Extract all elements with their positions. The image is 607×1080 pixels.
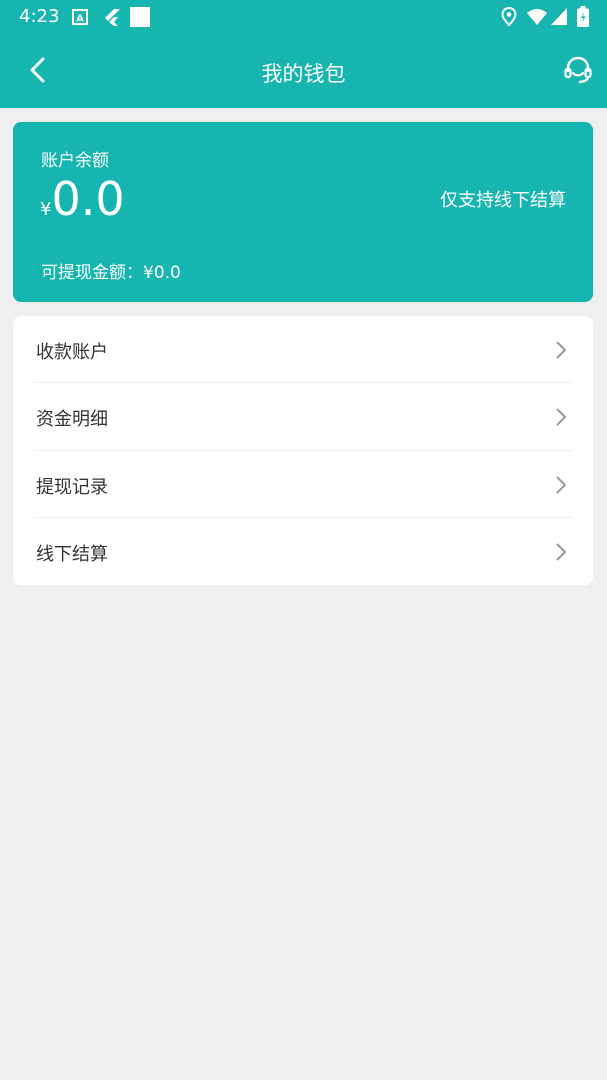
menu-item-withdraw-records[interactable]: 提现记录: [13, 451, 593, 518]
balance-amount: ¥0.0: [40, 172, 125, 226]
menu-item-label: 收款账户: [36, 342, 108, 363]
status-time: 4:23: [19, 6, 60, 27]
app-header: 4:23 A 我的钱包: [0, 0, 607, 108]
menu-item-fund-details[interactable]: 资金明细: [13, 383, 593, 450]
status-bar: 4:23 A: [0, 0, 607, 34]
battery-icon: [577, 6, 589, 27]
wallet-menu: 收款账户 资金明细 提现记录 线下结算: [13, 316, 593, 585]
menu-item-payee-account[interactable]: 收款账户: [13, 316, 593, 383]
menu-item-label: 资金明细: [36, 409, 108, 430]
currency-symbol: ¥: [40, 199, 52, 220]
withdrawable-amount: 可提现金额：¥0.0: [41, 263, 181, 283]
menu-item-offline-settlement[interactable]: 线下结算: [13, 518, 593, 585]
headset-icon[interactable]: [563, 55, 593, 85]
flutter-icon: [105, 9, 120, 26]
wifi-icon: [527, 9, 547, 25]
balance-card: 账户余额 ¥0.0 仅支持线下结算 可提现金额：¥0.0: [13, 122, 593, 302]
menu-item-label: 线下结算: [36, 544, 108, 565]
chevron-right-icon: [556, 543, 567, 561]
offline-settlement-note: 仅支持线下结算: [440, 190, 566, 211]
a-box-icon: A: [72, 9, 88, 25]
chevron-right-icon: [556, 341, 567, 359]
balance-value: 0.0: [51, 172, 125, 226]
chevron-right-icon: [556, 408, 567, 426]
chevron-right-icon: [556, 476, 567, 494]
page-title: 我的钱包: [261, 62, 346, 86]
balance-label: 账户余额: [41, 151, 109, 171]
white-square-icon: [130, 7, 150, 27]
svg-text:A: A: [76, 14, 84, 25]
menu-item-label: 提现记录: [36, 477, 108, 498]
navigation-bar: 我的钱包: [0, 34, 607, 108]
location-icon: [501, 7, 517, 27]
signal-icon: [551, 8, 567, 25]
